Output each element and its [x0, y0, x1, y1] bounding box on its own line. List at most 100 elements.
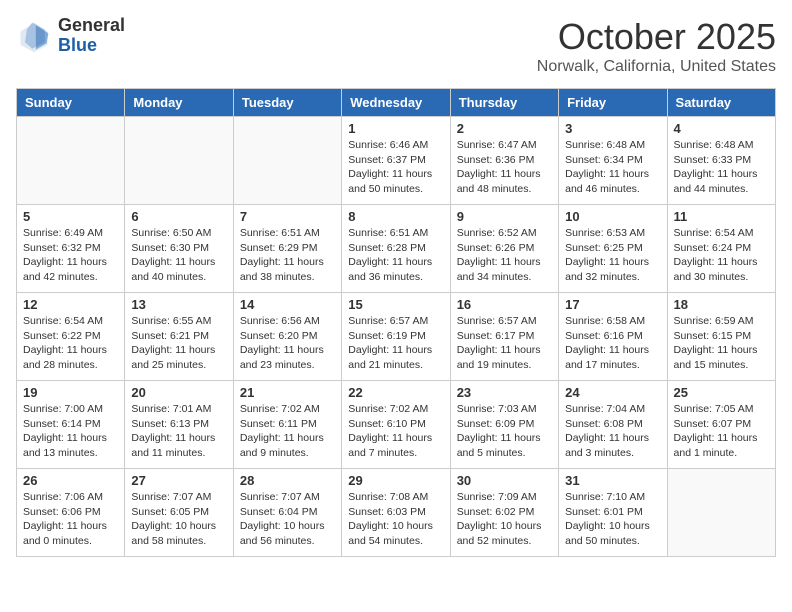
col-wednesday: Wednesday: [342, 89, 450, 117]
day-info: Sunset: 6:07 PM: [674, 417, 769, 432]
day-info: Daylight: 11 hours: [674, 167, 769, 182]
day-info: Sunrise: 6:50 AM: [131, 226, 226, 241]
day-info: Daylight: 11 hours: [23, 519, 118, 534]
day-info: and 46 minutes.: [565, 182, 660, 197]
day-number: 2: [457, 121, 552, 136]
location: Norwalk, California, United States: [537, 58, 776, 76]
calendar-cell: 13Sunrise: 6:55 AMSunset: 6:21 PMDayligh…: [125, 293, 233, 381]
day-info: Sunrise: 6:56 AM: [240, 314, 335, 329]
day-info: Sunset: 6:06 PM: [23, 505, 118, 520]
calendar-cell: 5Sunrise: 6:49 AMSunset: 6:32 PMDaylight…: [17, 205, 125, 293]
day-info: Sunset: 6:32 PM: [23, 241, 118, 256]
day-info: Daylight: 10 hours: [348, 519, 443, 534]
day-number: 18: [674, 297, 769, 312]
day-number: 27: [131, 473, 226, 488]
day-info: Daylight: 10 hours: [457, 519, 552, 534]
logo-text: General Blue: [58, 16, 125, 56]
calendar-cell: 2Sunrise: 6:47 AMSunset: 6:36 PMDaylight…: [450, 117, 558, 205]
day-info: Daylight: 11 hours: [674, 431, 769, 446]
day-info: Sunrise: 6:54 AM: [23, 314, 118, 329]
day-info: Sunrise: 6:57 AM: [457, 314, 552, 329]
calendar-cell: 8Sunrise: 6:51 AMSunset: 6:28 PMDaylight…: [342, 205, 450, 293]
calendar-cell: 1Sunrise: 6:46 AMSunset: 6:37 PMDaylight…: [342, 117, 450, 205]
week-row-4: 19Sunrise: 7:00 AMSunset: 6:14 PMDayligh…: [17, 381, 776, 469]
day-info: and 30 minutes.: [674, 270, 769, 285]
day-info: Sunrise: 7:07 AM: [131, 490, 226, 505]
day-info: Daylight: 11 hours: [348, 167, 443, 182]
calendar-cell: 23Sunrise: 7:03 AMSunset: 6:09 PMDayligh…: [450, 381, 558, 469]
day-info: Sunset: 6:04 PM: [240, 505, 335, 520]
day-info: Sunrise: 7:08 AM: [348, 490, 443, 505]
day-number: 29: [348, 473, 443, 488]
day-info: Daylight: 10 hours: [131, 519, 226, 534]
day-info: Sunrise: 6:52 AM: [457, 226, 552, 241]
day-info: Daylight: 11 hours: [240, 255, 335, 270]
calendar-cell: 30 Sunrise: 7:09 AMSunset: 6:02 PMDayligh…: [450, 469, 558, 557]
day-info: and 38 minutes.: [240, 270, 335, 285]
calendar-cell: 15Sunrise: 6:57 AMSunset: 6:19 PMDayligh…: [342, 293, 450, 381]
day-info: Sunrise: 6:48 AM: [674, 138, 769, 153]
day-info: Sunrise: 7:09 AM: [457, 490, 552, 505]
day-info: Sunrise: 7:05 AM: [674, 402, 769, 417]
day-number: 19: [23, 385, 118, 400]
day-number: 30: [457, 473, 552, 488]
day-number: 28: [240, 473, 335, 488]
day-info: and 9 minutes.: [240, 446, 335, 461]
calendar-cell: 17Sunrise: 6:58 AMSunset: 6:16 PMDayligh…: [559, 293, 667, 381]
day-number: 14: [240, 297, 335, 312]
logo-blue: Blue: [58, 36, 125, 56]
day-number: 4: [674, 121, 769, 136]
day-info: Sunset: 6:25 PM: [565, 241, 660, 256]
day-info: Sunrise: 6:47 AM: [457, 138, 552, 153]
day-info: Sunrise: 7:10 AM: [565, 490, 660, 505]
week-row-3: 12Sunrise: 6:54 AMSunset: 6:22 PMDayligh…: [17, 293, 776, 381]
calendar-cell: 3Sunrise: 6:48 AMSunset: 6:34 PMDaylight…: [559, 117, 667, 205]
calendar-header-row: Sunday Monday Tuesday Wednesday Thursday…: [17, 89, 776, 117]
day-info: Daylight: 10 hours: [565, 519, 660, 534]
day-number: 17: [565, 297, 660, 312]
day-info: Sunrise: 7:06 AM: [23, 490, 118, 505]
day-info: and 44 minutes.: [674, 182, 769, 197]
week-row-2: 5Sunrise: 6:49 AMSunset: 6:32 PMDaylight…: [17, 205, 776, 293]
day-info: Sunset: 6:02 PM: [457, 505, 552, 520]
day-info: Sunrise: 6:57 AM: [348, 314, 443, 329]
day-info: Sunset: 6:15 PM: [674, 329, 769, 344]
calendar-cell: [17, 117, 125, 205]
day-info: Sunrise: 7:04 AM: [565, 402, 660, 417]
day-number: 3: [565, 121, 660, 136]
day-number: 15: [348, 297, 443, 312]
week-row-1: 1Sunrise: 6:46 AMSunset: 6:37 PMDaylight…: [17, 117, 776, 205]
logo-icon: [16, 18, 52, 54]
day-info: Daylight: 11 hours: [348, 255, 443, 270]
day-info: and 25 minutes.: [131, 358, 226, 373]
day-info: Sunrise: 7:03 AM: [457, 402, 552, 417]
day-info: and 42 minutes.: [23, 270, 118, 285]
day-info: Daylight: 11 hours: [23, 343, 118, 358]
day-info: Sunset: 6:29 PM: [240, 241, 335, 256]
day-number: 31: [565, 473, 660, 488]
day-info: Daylight: 11 hours: [348, 343, 443, 358]
logo-general: General: [58, 16, 125, 36]
calendar-cell: 18Sunrise: 6:59 AMSunset: 6:15 PMDayligh…: [667, 293, 775, 381]
day-info: Sunrise: 6:55 AM: [131, 314, 226, 329]
day-info: Sunset: 6:14 PM: [23, 417, 118, 432]
day-info: Daylight: 11 hours: [457, 431, 552, 446]
day-info: and 48 minutes.: [457, 182, 552, 197]
title-area: October 2025 Norwalk, California, United…: [537, 16, 776, 76]
day-info: Daylight: 11 hours: [23, 431, 118, 446]
day-info: Sunset: 6:01 PM: [565, 505, 660, 520]
day-info: and 0 minutes.: [23, 534, 118, 549]
day-info: Daylight: 11 hours: [457, 343, 552, 358]
calendar-cell: 14Sunrise: 6:56 AMSunset: 6:20 PMDayligh…: [233, 293, 341, 381]
day-info: Sunset: 6:34 PM: [565, 153, 660, 168]
day-info: Sunrise: 6:51 AM: [240, 226, 335, 241]
calendar-cell: 31 Sunrise: 7:10 AMSunset: 6:01 PMDayligh…: [559, 469, 667, 557]
day-info: Sunrise: 7:02 AM: [348, 402, 443, 417]
day-info: Sunset: 6:09 PM: [457, 417, 552, 432]
col-saturday: Saturday: [667, 89, 775, 117]
col-tuesday: Tuesday: [233, 89, 341, 117]
calendar-cell: 6Sunrise: 6:50 AMSunset: 6:30 PMDaylight…: [125, 205, 233, 293]
day-number: 12: [23, 297, 118, 312]
day-info: Sunset: 6:33 PM: [674, 153, 769, 168]
day-info: Sunset: 6:13 PM: [131, 417, 226, 432]
